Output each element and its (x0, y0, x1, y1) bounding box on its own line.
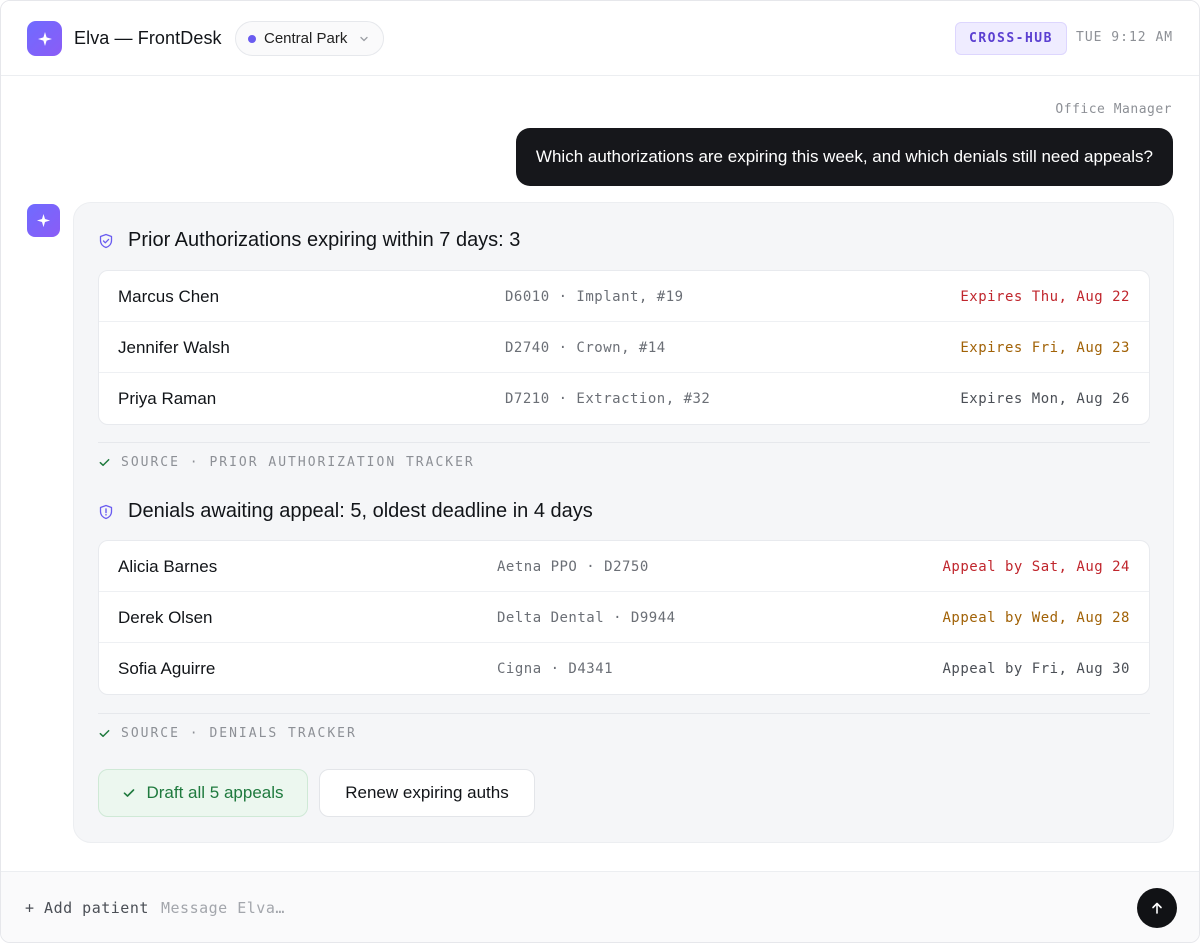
denial-section-title: Denials awaiting appeal: 5, oldest deadl… (98, 500, 593, 523)
section-divider (98, 442, 1150, 443)
patient-name: Sofia Aguirre (118, 659, 216, 678)
user-role-label: Office Manager (1055, 102, 1172, 117)
app-window: Elva — FrontDesk Central Park CROSS-HUB … (0, 0, 1200, 943)
payer-code: Delta Dental · D9944 (497, 610, 676, 626)
auth-source-label: SOURCE · PRIOR AUTHORIZATION TRACKER (121, 455, 475, 470)
assistant-response-card: Prior Authorizations expiring within 7 d… (73, 202, 1174, 843)
expiry-date: Expires Fri, Aug 23 (960, 340, 1130, 356)
auth-section-heading: Prior Authorizations expiring within 7 d… (128, 229, 521, 251)
send-button[interactable] (1137, 888, 1177, 928)
procedure-code: D2740 · Crown, #14 (505, 340, 666, 356)
draft-appeals-button[interactable]: Draft all 5 appeals (98, 769, 308, 817)
auth-section-title: Prior Authorizations expiring within 7 d… (98, 229, 520, 252)
message-composer: + Add patient (1, 871, 1199, 942)
payer-code: Aetna PPO · D2750 (497, 559, 649, 575)
section-divider (98, 713, 1150, 714)
payer-code: Cigna · D4341 (497, 661, 614, 677)
location-label: Central Park (264, 30, 348, 47)
appeal-deadline: Appeal by Wed, Aug 28 (942, 610, 1130, 626)
patient-name: Alicia Barnes (118, 557, 218, 576)
message-input[interactable] (161, 894, 1111, 922)
auth-table: Marcus Chen D6010 · Implant, #19 Expires… (98, 270, 1150, 425)
check-icon (124, 789, 135, 797)
sparkle-icon (27, 21, 62, 56)
shield-alert-icon (99, 504, 113, 519)
sparkle-icon (36, 213, 51, 228)
arrow-up-icon (1152, 902, 1162, 914)
draft-appeals-label: Draft all 5 appeals (146, 783, 284, 802)
patient-name: Jennifer Walsh (118, 338, 230, 357)
procedure-code: D7210 · Extraction, #32 (505, 391, 711, 407)
check-icon (99, 729, 110, 738)
table-row[interactable]: Priya Raman D7210 · Extraction, #32 Expi… (99, 373, 1149, 424)
denial-source-label: SOURCE · DENIALS TRACKER (121, 726, 357, 741)
check-icon (99, 458, 110, 467)
appeal-deadline: Appeal by Fri, Aug 30 (942, 661, 1130, 677)
table-row[interactable]: Sofia Aguirre Cigna · D4341 Appeal by Fr… (99, 643, 1149, 694)
auth-source-note: SOURCE · PRIOR AUTHORIZATION TRACKER (98, 455, 475, 470)
app-title: Elva — FrontDesk (74, 28, 222, 48)
top-bar: Elva — FrontDesk Central Park CROSS-HUB … (1, 1, 1199, 76)
denial-table: Alicia Barnes Aetna PPO · D2750 Appeal b… (98, 540, 1150, 695)
renew-auths-button[interactable]: Renew expiring auths (319, 769, 535, 817)
denial-source-note: SOURCE · DENIALS TRACKER (98, 726, 357, 741)
shield-check-icon (99, 233, 113, 248)
user-message-bubble: Which authorizations are expiring this w… (515, 128, 1173, 186)
table-row[interactable]: Alicia Barnes Aetna PPO · D2750 Appeal b… (99, 541, 1149, 592)
patient-name: Priya Raman (118, 389, 217, 408)
procedure-code: D6010 · Implant, #19 (505, 289, 684, 305)
cross-hub-badge: CROSS-HUB (955, 22, 1067, 55)
add-patient-button[interactable]: + Add patient (25, 899, 149, 917)
assistant-avatar (27, 204, 60, 237)
denial-section-heading: Denials awaiting appeal: 5, oldest deadl… (128, 500, 593, 522)
current-time: TUE 9:12 AM (1076, 30, 1174, 45)
patient-name: Derek Olsen (118, 608, 213, 627)
table-row[interactable]: Derek Olsen Delta Dental · D9944 Appeal … (99, 592, 1149, 643)
renew-auths-label: Renew expiring auths (345, 783, 509, 802)
expiry-date: Expires Thu, Aug 22 (960, 289, 1130, 305)
expiry-date: Expires Mon, Aug 26 (960, 391, 1130, 407)
appeal-deadline: Appeal by Sat, Aug 24 (942, 559, 1130, 575)
chevron-down-icon (360, 36, 369, 41)
table-row[interactable]: Marcus Chen D6010 · Implant, #19 Expires… (99, 271, 1149, 322)
location-dot-icon (248, 34, 256, 43)
location-selector[interactable]: Central Park (235, 21, 385, 56)
patient-name: Marcus Chen (118, 287, 220, 306)
table-row[interactable]: Jennifer Walsh D2740 · Crown, #14 Expire… (99, 322, 1149, 373)
